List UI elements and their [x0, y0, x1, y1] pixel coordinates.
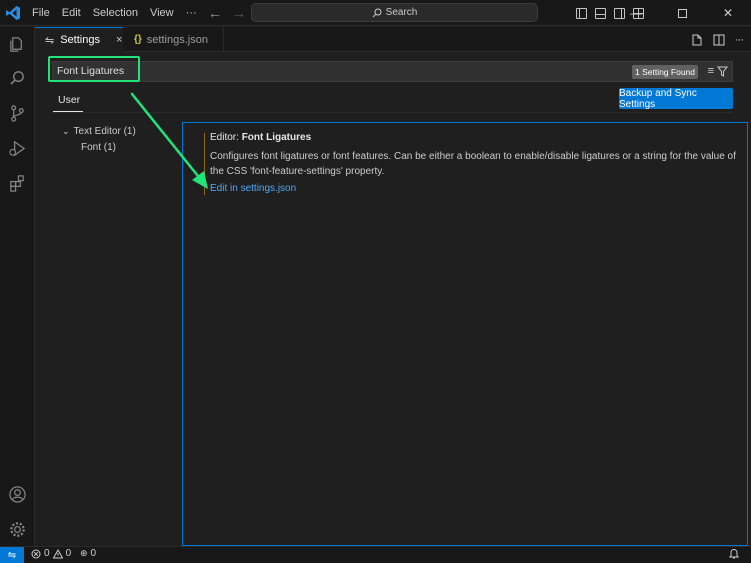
- open-json-icon[interactable]: [691, 34, 703, 46]
- split-editor-icon[interactable]: [713, 34, 725, 46]
- scope-divider: [52, 112, 733, 113]
- close-icon[interactable]: ×: [116, 34, 122, 46]
- menu-view[interactable]: View: [144, 0, 180, 26]
- error-icon: [31, 549, 41, 558]
- setting-title: Editor: Font Ligatures: [210, 132, 311, 143]
- tab-settings[interactable]: ⇋ Settings ×: [35, 27, 123, 52]
- extensions-icon[interactable]: [0, 168, 35, 198]
- source-control-icon[interactable]: [0, 98, 35, 128]
- chevron-down-icon: ⌄: [62, 126, 70, 136]
- window-controls: — ✕: [613, 0, 751, 26]
- edit-in-settings-json-link[interactable]: Edit in settings.json: [210, 183, 296, 194]
- bell-icon[interactable]: [729, 548, 739, 559]
- minimize-icon[interactable]: —: [613, 0, 659, 26]
- annotation-highlight-box: [48, 56, 140, 82]
- search-icon: [372, 8, 382, 17]
- ports-count: 0: [90, 548, 97, 559]
- ports-icon: ⊕: [80, 548, 88, 558]
- editor-tab-bar: ⇋ Settings × {} settings.json ···: [35, 27, 751, 52]
- setting-category: Editor:: [210, 132, 242, 143]
- problems-status[interactable]: 0 0: [31, 548, 71, 559]
- warning-icon: [52, 548, 63, 558]
- settings-search-input[interactable]: Font Ligatures 1 Setting Found ≡: [52, 61, 733, 82]
- activity-bar: [0, 27, 35, 546]
- toc-font-label: Font (1): [81, 142, 117, 153]
- status-bar: ⇋ 0 0 ⊕ 0: [0, 546, 751, 563]
- toggle-primary-sidebar-icon[interactable]: [576, 7, 587, 19]
- backup-sync-button[interactable]: Backup and Sync Settings: [619, 88, 733, 110]
- warning-count: 0: [65, 548, 72, 559]
- tab-settings-json-label: settings.json: [146, 33, 208, 46]
- menu-selection[interactable]: Selection: [87, 0, 144, 26]
- back-arrow-icon[interactable]: ←: [208, 5, 222, 21]
- command-center-search[interactable]: Search: [251, 3, 538, 22]
- setting-description: Configures font ligatures or font featur…: [210, 149, 740, 179]
- files-icon[interactable]: [0, 29, 35, 59]
- menu-more[interactable]: ···: [180, 0, 203, 26]
- setting-description-line: the CSS 'font-feature-settings' property…: [210, 166, 385, 177]
- close-window-icon[interactable]: ✕: [705, 0, 751, 26]
- maximize-icon[interactable]: [659, 0, 705, 26]
- toc-font[interactable]: Font (1): [81, 142, 116, 153]
- run-debug-icon[interactable]: [0, 133, 35, 163]
- tab-settings-label: Settings: [60, 34, 100, 46]
- clear-filter-icon[interactable]: ≡: [708, 65, 714, 77]
- navigation-arrows: ← →: [208, 0, 246, 26]
- search-activity-icon[interactable]: [0, 63, 35, 93]
- menu-file[interactable]: File: [26, 0, 56, 26]
- command-center-label: Search: [385, 7, 418, 18]
- forward-arrow-icon[interactable]: →: [232, 5, 246, 21]
- setting-description-line: Configures font ligatures or font featur…: [210, 151, 736, 162]
- modified-indicator: [204, 133, 205, 195]
- manage-gear-icon[interactable]: [0, 514, 35, 544]
- setting-name: Font Ligatures: [241, 132, 312, 143]
- remote-icon[interactable]: ⇋: [0, 547, 24, 563]
- more-actions-icon[interactable]: ···: [735, 34, 744, 46]
- results-count-badge: 1 Setting Found: [631, 65, 698, 79]
- ports-status[interactable]: ⊕ 0: [80, 548, 96, 559]
- settings-tab-icon: ⇋: [45, 34, 55, 47]
- tab-user-settings[interactable]: User: [58, 94, 80, 106]
- vscode-logo-icon: [0, 0, 26, 26]
- toc-text-editor[interactable]: ⌄ Text Editor (1): [62, 126, 136, 137]
- json-file-icon: {}: [134, 34, 142, 45]
- toc-text-editor-label: Text Editor (1): [73, 126, 136, 137]
- menu-bar: File Edit Selection View ···: [26, 0, 203, 26]
- menu-edit[interactable]: Edit: [56, 0, 87, 26]
- filter-icon[interactable]: [717, 66, 728, 77]
- account-icon[interactable]: [0, 479, 35, 509]
- editor-actions: ···: [691, 27, 744, 52]
- title-bar: File Edit Selection View ··· ← → Search …: [0, 0, 751, 26]
- toggle-panel-icon[interactable]: [595, 7, 606, 19]
- tab-settings-json[interactable]: {} settings.json: [124, 27, 224, 52]
- error-count: 0: [44, 548, 50, 559]
